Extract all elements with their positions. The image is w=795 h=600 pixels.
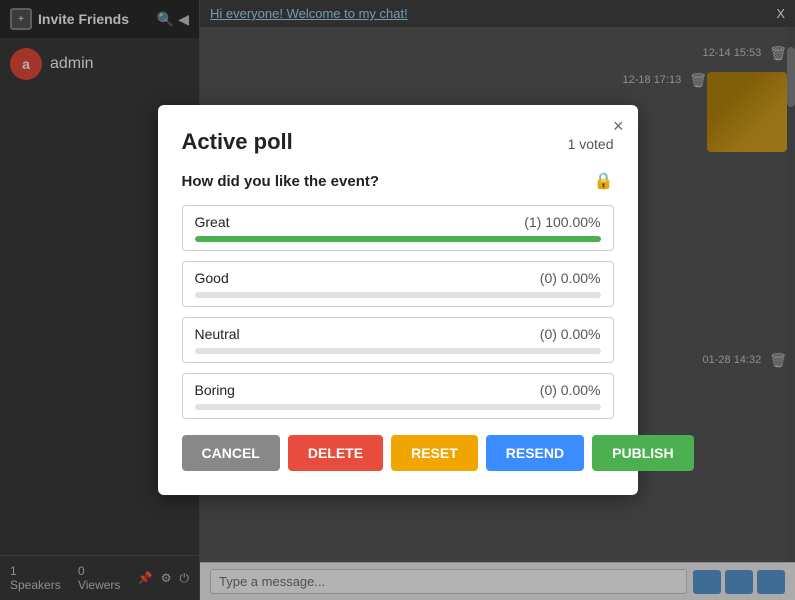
poll-option-pct: (0) 0.00%: [540, 326, 601, 342]
poll-option: Neutral (0) 0.00%: [182, 317, 614, 363]
poll-option: Good (0) 0.00%: [182, 261, 614, 307]
modal-header: Active poll 1 voted: [182, 129, 614, 155]
poll-option: Boring (0) 0.00%: [182, 373, 614, 419]
modal-title: Active poll: [182, 129, 293, 155]
reset-button[interactable]: RESET: [391, 435, 478, 471]
poll-option-header: Boring (0) 0.00%: [195, 382, 601, 398]
progress-bar-fill: [195, 236, 601, 242]
progress-bar-bg: [195, 292, 601, 298]
poll-option-pct: (1) 100.00%: [524, 214, 600, 230]
modal-close-button[interactable]: ×: [613, 117, 624, 135]
publish-button[interactable]: PUBLISH: [592, 435, 693, 471]
modal: × Active poll 1 voted How did you like t…: [158, 105, 638, 495]
poll-option-header: Good (0) 0.00%: [195, 270, 601, 286]
progress-bar-bg: [195, 404, 601, 410]
delete-button[interactable]: DELETE: [288, 435, 383, 471]
poll-option: Great (1) 100.00%: [182, 205, 614, 251]
poll-option-pct: (0) 0.00%: [540, 270, 601, 286]
poll-option-header: Great (1) 100.00%: [195, 214, 601, 230]
poll-option-pct: (0) 0.00%: [540, 382, 601, 398]
poll-options: Great (1) 100.00% Good (0) 0.00% Neutral…: [182, 205, 614, 419]
poll-option-label: Good: [195, 270, 229, 286]
poll-option-label: Neutral: [195, 326, 240, 342]
lock-icon: 🔒: [594, 171, 614, 191]
modal-overlay: × Active poll 1 voted How did you like t…: [0, 0, 795, 600]
resend-button[interactable]: RESEND: [486, 435, 584, 471]
progress-bar-bg: [195, 236, 601, 242]
modal-votes: 1 voted: [568, 136, 614, 152]
poll-option-label: Great: [195, 214, 230, 230]
cancel-button[interactable]: CANCEL: [182, 435, 280, 471]
poll-option-header: Neutral (0) 0.00%: [195, 326, 601, 342]
modal-buttons: CANCEL DELETE RESET RESEND PUBLISH: [182, 435, 614, 471]
poll-option-label: Boring: [195, 382, 235, 398]
poll-question-row: How did you like the event? 🔒: [182, 171, 614, 191]
poll-question: How did you like the event?: [182, 173, 380, 190]
progress-bar-bg: [195, 348, 601, 354]
